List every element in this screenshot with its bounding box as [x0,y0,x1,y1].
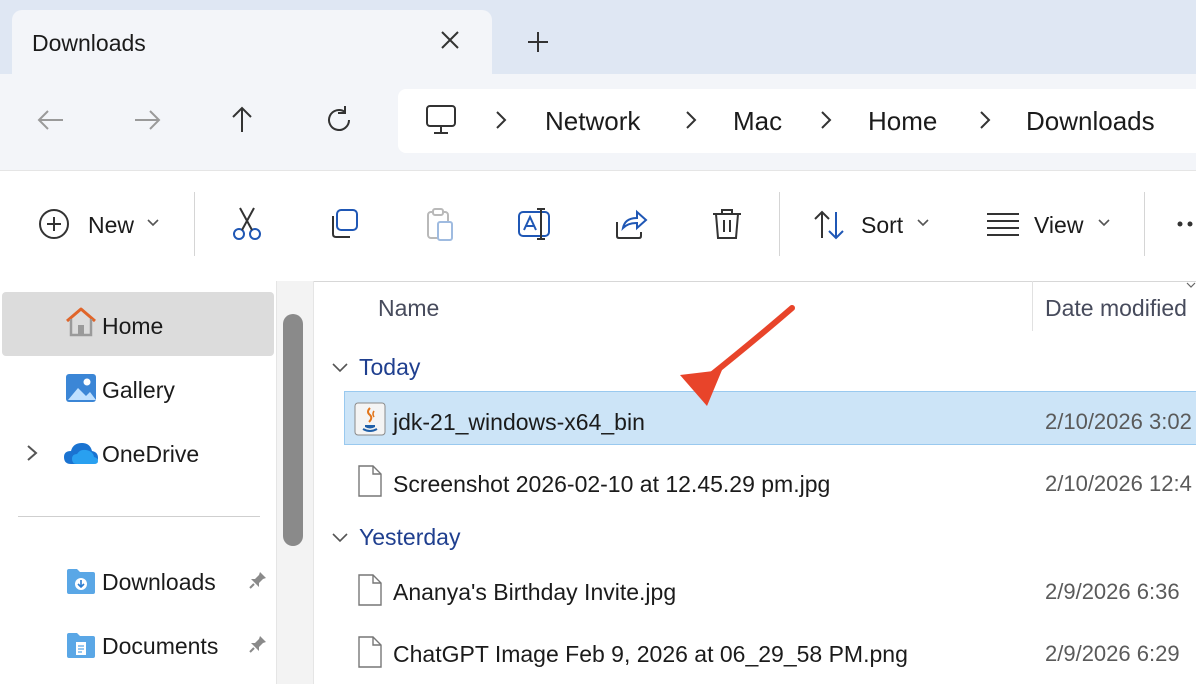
pin-icon[interactable] [248,570,268,590]
file-icon [358,636,382,668]
sidebar-item-label: Home [102,313,164,339]
sidebar-item-documents[interactable]: Documents [102,633,218,660]
chevron-down-icon[interactable] [331,362,349,374]
view-button[interactable]: View [1034,212,1083,239]
column-divider[interactable] [1032,281,1033,331]
share-icon[interactable] [613,206,649,242]
file-name[interactable]: Screenshot 2026-02-10 at 12.45.29 pm.jpg [393,471,830,498]
tab-downloads[interactable]: Downloads [12,10,492,74]
sidebar-scrollbar-thumb[interactable] [283,314,303,546]
file-date: 2/10/2026 12:4 [1045,471,1192,496]
forward-arrow-icon[interactable] [131,104,163,136]
gallery-icon [66,374,96,402]
refresh-icon[interactable] [323,104,355,136]
close-icon[interactable] [438,28,462,52]
chevron-down-icon[interactable] [146,218,160,228]
file-date: 2/9/2026 6:36 [1045,579,1180,604]
file-date: 2/10/2026 3:02 [1045,409,1192,434]
more-options-icon[interactable] [1176,220,1196,228]
sidebar-item-onedrive[interactable]: OneDrive [102,441,199,468]
onedrive-cloud-icon [64,443,98,464]
file-name[interactable]: Ananya's Birthday Invite.jpg [393,579,676,606]
file-icon [358,465,382,497]
annotation-arrow-icon [680,305,795,406]
sidebar-item-downloads[interactable]: Downloads [102,569,216,596]
tab-title: Downloads [32,30,146,56]
column-header-name[interactable]: Name [378,295,439,322]
file-name[interactable]: ChatGPT Image Feb 9, 2026 at 06_29_58 PM… [393,641,908,668]
copy-icon[interactable] [326,206,362,242]
group-header-yesterday[interactable]: Yesterday [359,524,460,551]
chevron-down-icon[interactable] [916,218,930,228]
rename-icon[interactable] [517,206,553,242]
java-installer-icon [354,402,386,436]
breadcrumb-mac[interactable]: Mac [733,106,782,137]
new-tab-plus-icon[interactable] [526,30,550,54]
group-header-today[interactable]: Today [359,354,420,381]
paste-clipboard-icon[interactable] [422,206,458,242]
column-header-date-modified[interactable]: Date modified [1045,295,1187,322]
new-plus-circle-icon[interactable] [38,208,70,240]
chevron-right-icon[interactable] [978,109,992,131]
chevron-right-icon[interactable] [25,444,39,462]
pin-icon[interactable] [248,634,268,654]
toolbar-divider [194,192,195,256]
back-arrow-icon[interactable] [35,104,67,136]
chevron-down-icon[interactable] [1097,218,1111,228]
file-name[interactable]: jdk-21_windows-x64_bin [393,409,645,436]
documents-folder-icon [67,633,95,658]
sort-arrows-icon[interactable] [812,208,846,242]
home-icon [66,307,96,337]
new-button[interactable]: New [88,212,134,239]
breadcrumb-network[interactable]: Network [545,106,640,137]
breadcrumb-home[interactable]: Home [868,106,937,137]
chevron-right-icon[interactable] [494,109,508,131]
this-pc-icon[interactable] [424,103,458,137]
sidebar-item-gallery[interactable]: Gallery [102,377,175,404]
up-arrow-icon[interactable] [226,104,258,136]
chevron-down-icon[interactable] [331,532,349,544]
cut-scissors-icon[interactable] [229,206,265,242]
sidebar-divider [18,516,260,517]
toolbar-divider [1144,192,1145,256]
sort-button[interactable]: Sort [861,212,903,239]
view-list-icon[interactable] [986,212,1020,236]
breadcrumb-downloads[interactable]: Downloads [1026,106,1155,137]
file-icon [358,574,382,606]
downloads-folder-icon [67,569,95,594]
chevron-right-icon[interactable] [684,109,698,131]
chevron-right-icon[interactable] [819,109,833,131]
file-date: 2/9/2026 6:29 [1045,641,1180,666]
sort-indicator-icon [1186,282,1196,288]
delete-trash-icon[interactable] [709,206,745,242]
toolbar-divider [779,192,780,256]
